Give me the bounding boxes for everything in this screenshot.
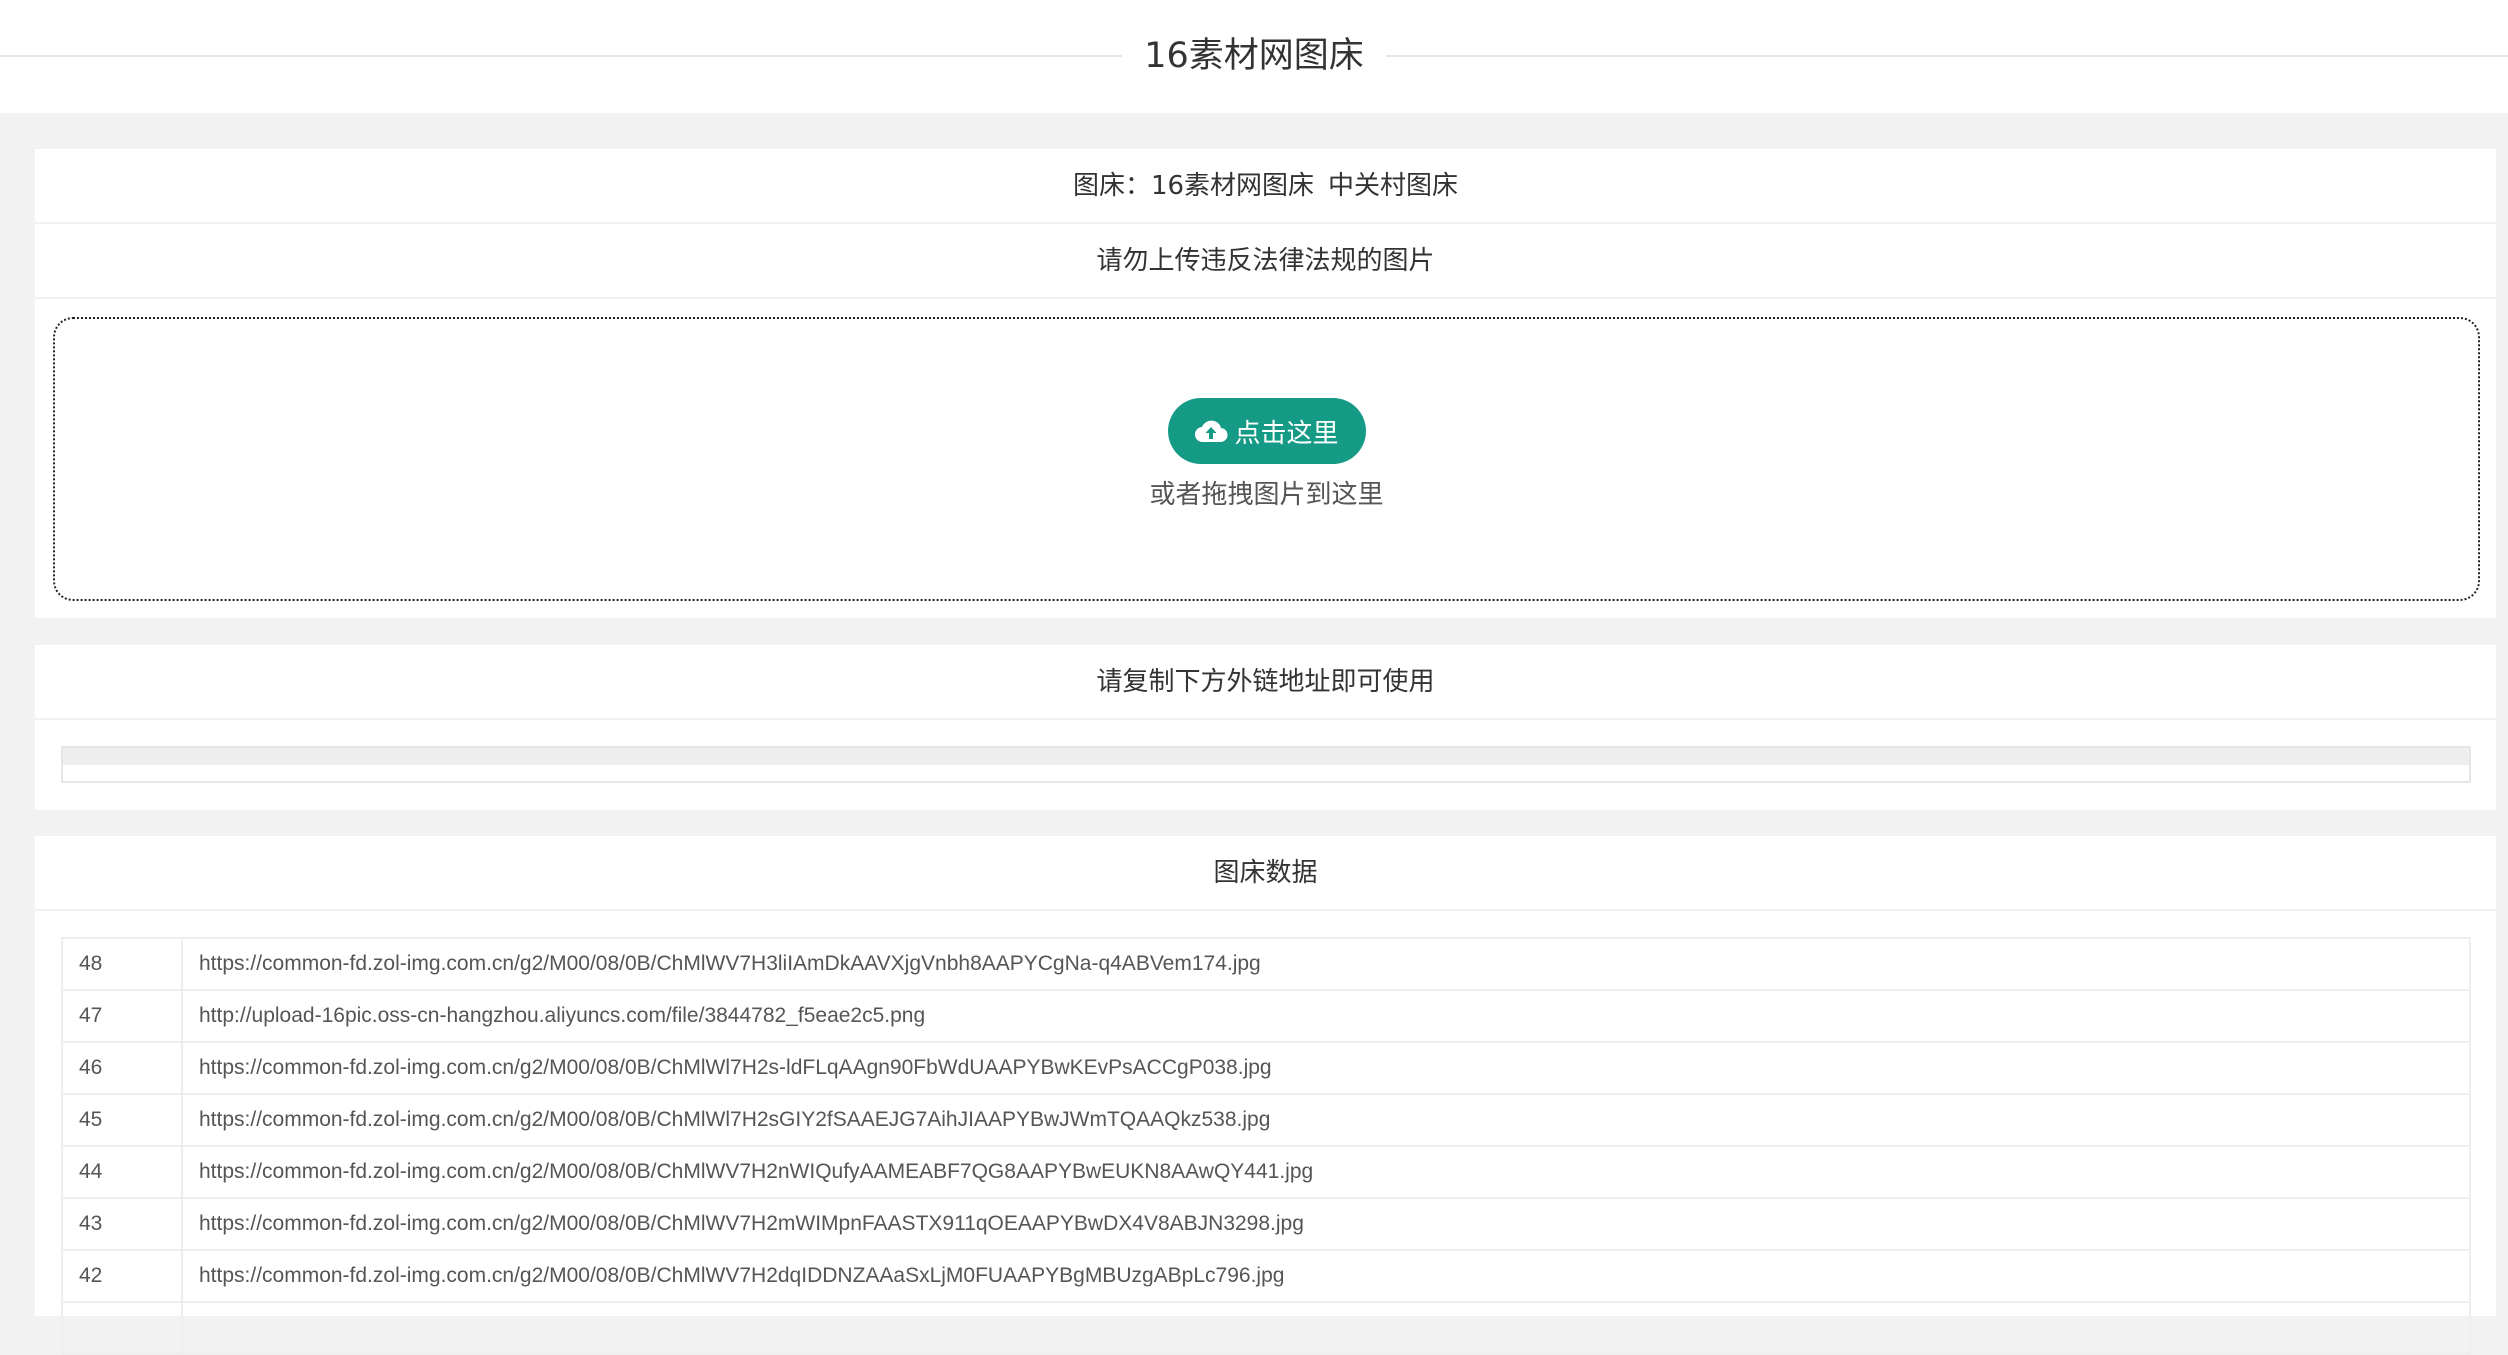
row-id: 48 (61, 937, 183, 991)
image-bed-option-16pic[interactable]: 16素材网图床 (1151, 171, 1314, 201)
image-bed-option-zol[interactable]: 中关村图床 (1328, 171, 1458, 201)
upload-button-label: 点击这里 (1234, 418, 1339, 449)
table-row (61, 1301, 2471, 1355)
row-url[interactable]: https://common-fd.zol-img.com.cn/g2/M00/… (181, 1197, 2471, 1251)
link-card-title: 请复制下方外链地址即可使用 (35, 645, 2496, 720)
upload-button[interactable]: 点击这里 (1167, 398, 1366, 464)
row-url[interactable]: https://common-fd.zol-img.com.cn/g2/M00/… (181, 1249, 2471, 1303)
image-bed-prefix: 图床： (1072, 171, 1151, 201)
link-output-value (63, 748, 2469, 765)
image-data-title: 图床数据 (35, 836, 2496, 911)
table-row: 43 https://common-fd.zol-img.com.cn/g2/M… (61, 1197, 2471, 1251)
table-row: 47 http://upload-16pic.oss-cn-hangzhou.a… (61, 989, 2471, 1043)
table-row: 48 https://common-fd.zol-img.com.cn/g2/M… (61, 937, 2471, 991)
upload-dropzone[interactable]: 点击这里 或者拖拽图片到这里 (53, 317, 2480, 601)
row-id: 45 (61, 1093, 183, 1147)
upload-notice: 请勿上传违反法律法规的图片 (35, 224, 2496, 299)
image-data-table: 48 https://common-fd.zol-img.com.cn/g2/M… (61, 937, 2471, 1355)
cloud-upload-icon (1195, 420, 1229, 443)
drop-hint: 或者拖拽图片到这里 (1149, 480, 1384, 510)
row-id (61, 1301, 183, 1355)
link-output-field[interactable] (61, 746, 2471, 783)
image-data-card: 图床数据 48 https://common-fd.zol-img.com.cn… (35, 836, 2496, 1355)
image-bed-selector: 图床：16素材网图床 中关村图床 (35, 149, 2496, 224)
row-url[interactable]: http://upload-16pic.oss-cn-hangzhou.aliy… (181, 989, 2471, 1043)
row-id: 44 (61, 1145, 183, 1199)
row-url[interactable]: https://common-fd.zol-img.com.cn/g2/M00/… (181, 1145, 2471, 1199)
row-url[interactable]: https://common-fd.zol-img.com.cn/g2/M00/… (181, 1093, 2471, 1147)
table-row: 44 https://common-fd.zol-img.com.cn/g2/M… (61, 1145, 2471, 1199)
page-header: 16素材网图床 (0, 0, 2508, 113)
row-id: 47 (61, 989, 183, 1043)
row-url[interactable] (181, 1301, 2471, 1355)
row-url[interactable]: https://common-fd.zol-img.com.cn/g2/M00/… (181, 1041, 2471, 1095)
link-card: 请复制下方外链地址即可使用 (35, 645, 2496, 810)
table-row: 45 https://common-fd.zol-img.com.cn/g2/M… (61, 1093, 2471, 1147)
row-id: 42 (61, 1249, 183, 1303)
table-row: 46 https://common-fd.zol-img.com.cn/g2/M… (61, 1041, 2471, 1095)
upload-card: 图床：16素材网图床 中关村图床 请勿上传违反法律法规的图片 点击这里 或者拖拽图… (35, 149, 2496, 618)
table-row: 42 https://common-fd.zol-img.com.cn/g2/M… (61, 1249, 2471, 1303)
row-id: 43 (61, 1197, 183, 1251)
row-url[interactable]: https://common-fd.zol-img.com.cn/g2/M00/… (181, 937, 2471, 991)
row-id: 46 (61, 1041, 183, 1095)
page-title: 16素材网图床 (1122, 30, 1386, 82)
